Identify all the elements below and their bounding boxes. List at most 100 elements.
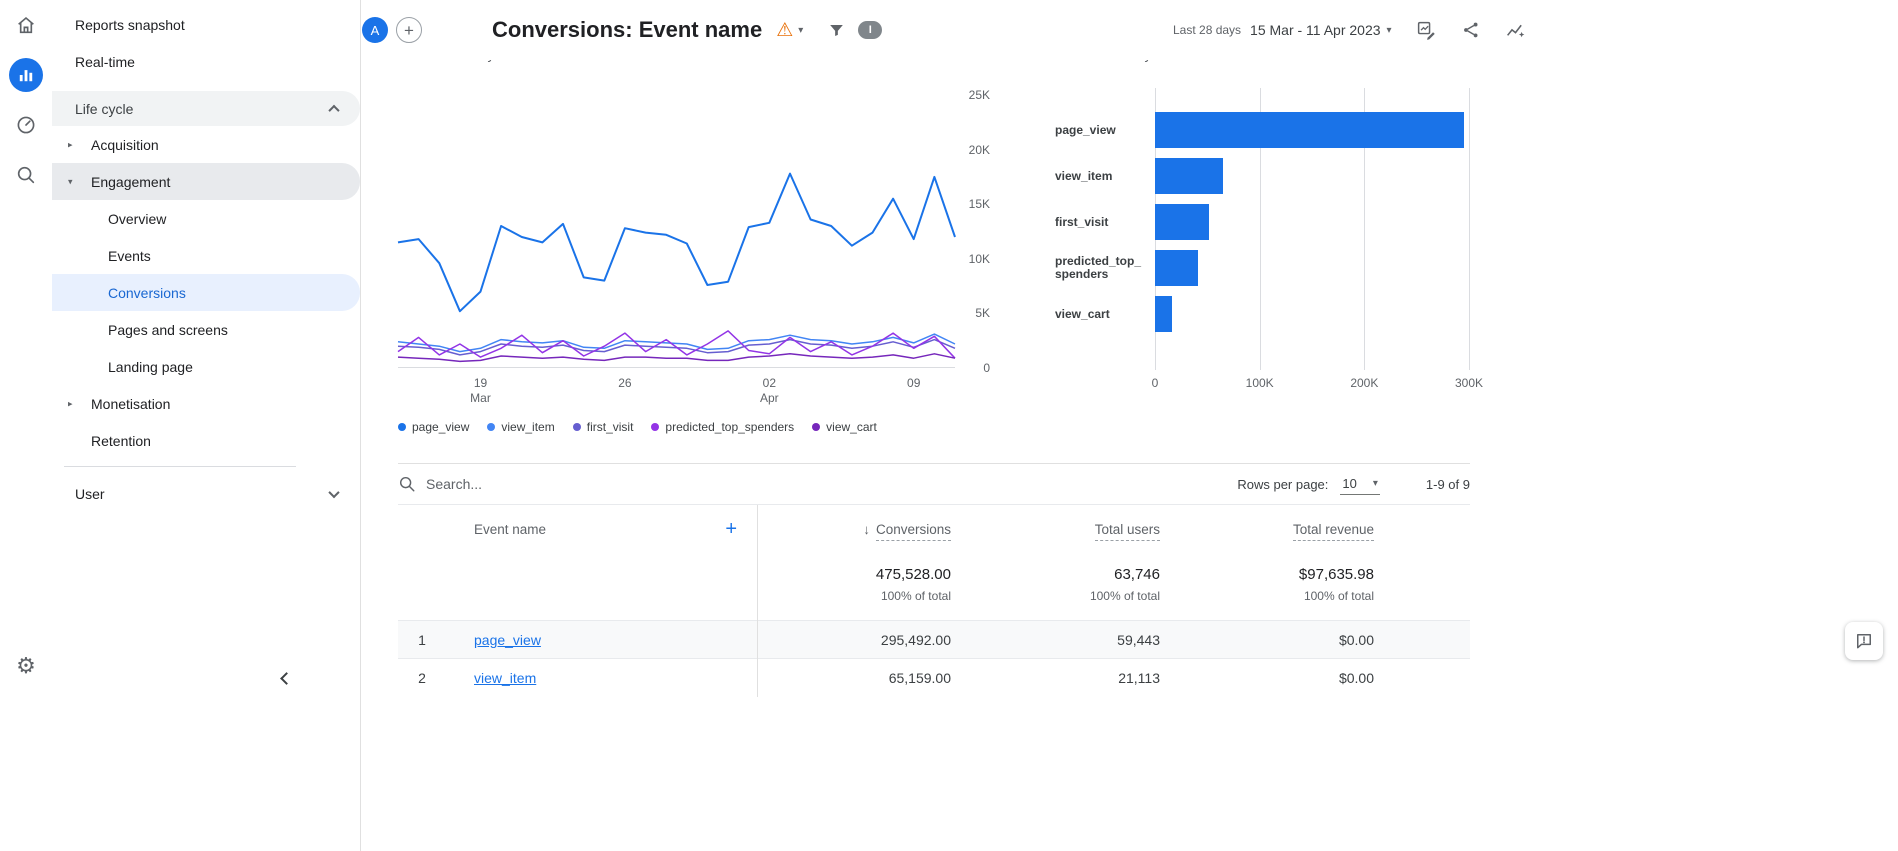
sidebar-item-landing-page[interactable]: Landing page bbox=[52, 348, 360, 385]
bar-category-label: predicted_top_spenders bbox=[1055, 255, 1155, 281]
sidebar-collapse-button[interactable] bbox=[270, 662, 302, 694]
line-y-label: 15K bbox=[960, 196, 990, 212]
table-row: 1 page_view 295,492.00 59,443 $0.00 bbox=[398, 620, 1470, 658]
cell-revenue: $0.00 bbox=[1191, 670, 1410, 686]
chevron-up-icon bbox=[328, 104, 339, 115]
legend-label: page_view bbox=[412, 420, 469, 434]
triangle-right-icon: ▸ bbox=[68, 139, 73, 150]
bar-fill bbox=[1155, 250, 1198, 286]
bar-axis-tick: 100K bbox=[1246, 376, 1274, 390]
sidebar-item-conversions[interactable]: Conversions bbox=[52, 274, 360, 311]
total-revenue-column-header: Total revenue bbox=[1191, 522, 1410, 537]
rows-per-page-select[interactable]: 10 ▾ bbox=[1340, 473, 1380, 495]
add-column-button[interactable]: + bbox=[725, 519, 737, 539]
totals-revenue: $97,635.98 bbox=[1191, 566, 1374, 583]
sidebar-item-retention[interactable]: Retention bbox=[52, 422, 360, 459]
chevron-left-icon bbox=[280, 672, 293, 685]
date-range-caret-icon[interactable]: ▾ bbox=[1387, 25, 1392, 36]
legend-label: first_visit bbox=[587, 420, 634, 434]
sidebar-item-label: Reports snapshot bbox=[75, 17, 185, 33]
nav-rail: ⚙ bbox=[0, 0, 52, 851]
sidebar-item-events[interactable]: Events bbox=[52, 237, 360, 274]
column-label[interactable]: Total revenue bbox=[1293, 522, 1374, 541]
nav-reports-button[interactable] bbox=[0, 50, 52, 100]
edit-chart-icon bbox=[1416, 20, 1437, 41]
insights-sparkline-icon bbox=[1505, 20, 1526, 41]
bar-row: view_cart bbox=[1055, 296, 1469, 332]
plus-icon: + bbox=[404, 22, 414, 39]
column-label[interactable]: Conversions bbox=[876, 522, 951, 541]
nav-explore-button[interactable] bbox=[0, 150, 52, 200]
column-label[interactable]: Total users bbox=[1095, 522, 1160, 541]
event-name-link[interactable]: page_view bbox=[474, 632, 541, 648]
report-content: Conversions by Event name over time Conv… bbox=[361, 60, 1898, 851]
nav-advertising-button[interactable] bbox=[0, 100, 52, 150]
avatar[interactable]: A bbox=[362, 17, 388, 43]
pagination-status: 1-9 of 9 bbox=[1426, 477, 1470, 492]
bar-category-label: view_item bbox=[1055, 170, 1155, 183]
sidebar-item-label: Landing page bbox=[108, 359, 193, 375]
bar-category-label: view_cart bbox=[1055, 308, 1155, 321]
add-comparison-button[interactable]: + bbox=[396, 17, 422, 43]
warning-icon[interactable]: ⚠ bbox=[776, 19, 793, 42]
title-caret-down-icon[interactable]: ▾ bbox=[798, 25, 803, 36]
column-label[interactable]: Event name bbox=[474, 522, 546, 537]
event-name-link[interactable]: view_item bbox=[474, 670, 536, 686]
legend-item: page_view bbox=[398, 420, 469, 434]
cell-revenue: $0.00 bbox=[1191, 632, 1410, 648]
sidebar-item-label: Overview bbox=[108, 211, 166, 227]
triangle-right-icon: ▸ bbox=[68, 398, 73, 409]
sidebar-item-label: Conversions bbox=[108, 285, 186, 301]
totals-percent: 100% of total bbox=[757, 589, 951, 603]
legend-label: view_cart bbox=[826, 420, 877, 434]
legend-dot bbox=[487, 423, 495, 431]
search-input[interactable] bbox=[426, 476, 726, 492]
bar-track bbox=[1155, 112, 1469, 148]
sidebar-item-real-time[interactable]: Real-time bbox=[52, 43, 360, 80]
sidebar-item-overview[interactable]: Overview bbox=[52, 200, 360, 237]
sidebar-section-life-cycle[interactable]: Life cycle bbox=[52, 91, 360, 126]
sidebar-item-label: Pages and screens bbox=[108, 322, 228, 338]
legend-item: view_cart bbox=[812, 420, 877, 434]
app-root: ⚙ Reports snapshot Real-time Life cycle … bbox=[0, 0, 1898, 851]
bar-axis-tick: 300K bbox=[1455, 376, 1483, 390]
customize-report-button[interactable] bbox=[1416, 20, 1437, 41]
bar-fill bbox=[1155, 112, 1464, 148]
insights-button[interactable] bbox=[1505, 20, 1526, 41]
gear-icon: ⚙ bbox=[16, 653, 36, 679]
bar-category-label: first_visit bbox=[1055, 216, 1155, 229]
line-series-predicted_top_spenders bbox=[398, 331, 955, 358]
line-y-label: 25K bbox=[960, 87, 990, 103]
bar-fill bbox=[1155, 296, 1172, 332]
nav-home-button[interactable] bbox=[0, 0, 52, 50]
sidebar-item-engagement[interactable]: ▾ Engagement bbox=[52, 163, 360, 200]
header-right: Last 28 days 15 Mar - 11 Apr 2023 ▾ bbox=[1173, 0, 1526, 60]
totals-percent: 100% of total bbox=[1191, 589, 1374, 603]
cell-conversions: 295,492.00 bbox=[757, 632, 981, 648]
sidebar-section-user[interactable]: User bbox=[52, 475, 360, 512]
events-table: Rows per page: 10 ▾ 1-9 of 9 Event name … bbox=[398, 463, 1470, 696]
sidebar-item-reports-snapshot[interactable]: Reports snapshot bbox=[52, 6, 360, 43]
filter-button[interactable] bbox=[827, 21, 846, 40]
line-chart-svg bbox=[398, 95, 955, 368]
bar-chart: page_view view_item first_visit predicte… bbox=[1055, 100, 1469, 368]
sidebar-item-acquisition[interactable]: ▸ Acquisition bbox=[52, 126, 360, 163]
sampling-indicator-badge[interactable]: I bbox=[858, 21, 882, 39]
legend-item: view_item bbox=[487, 420, 554, 434]
share-button[interactable] bbox=[1461, 20, 1481, 40]
bar-row: first_visit bbox=[1055, 204, 1469, 240]
feedback-button[interactable] bbox=[1845, 622, 1883, 660]
line-x-tick: 19Mar bbox=[470, 376, 491, 406]
share-icon bbox=[1461, 20, 1481, 40]
line-series-page_view bbox=[398, 174, 955, 312]
explore-magnifier-icon bbox=[15, 164, 37, 186]
date-range-value[interactable]: 15 Mar - 11 Apr 2023 bbox=[1250, 22, 1380, 38]
legend-dot bbox=[573, 423, 581, 431]
admin-gear-button[interactable]: ⚙ bbox=[0, 642, 52, 690]
section-label: User bbox=[75, 486, 105, 502]
sidebar-item-pages-and-screens[interactable]: Pages and screens bbox=[52, 311, 360, 348]
sidebar-item-monetisation[interactable]: ▸ Monetisation bbox=[52, 385, 360, 422]
line-y-label: 0 bbox=[960, 360, 990, 376]
line-series-view_cart bbox=[398, 354, 955, 362]
totals-conversions: 475,528.00 bbox=[757, 566, 951, 583]
